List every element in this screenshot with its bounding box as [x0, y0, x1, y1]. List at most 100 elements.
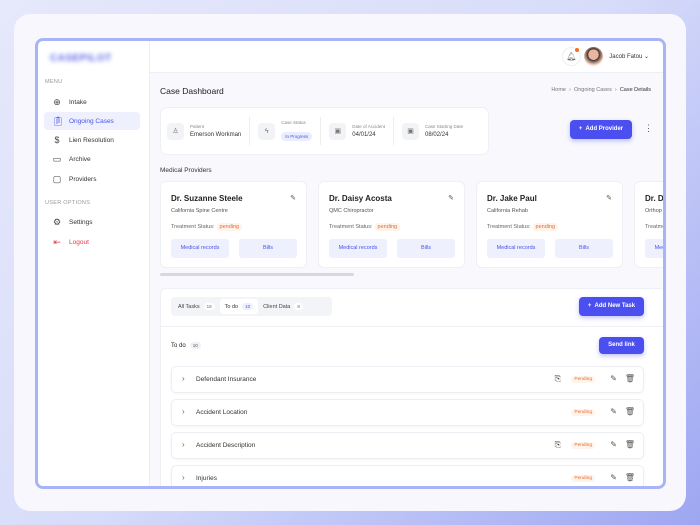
topbar: 🔔︎ Jacob Fatou ⌄: [150, 41, 663, 73]
logo: CASEPILOT: [50, 53, 112, 64]
notification-dot: [575, 48, 579, 52]
user-menu[interactable]: Jacob Fatou ⌄: [609, 53, 649, 60]
money-hand-icon: $: [54, 135, 60, 145]
status-badge: pending: [216, 223, 243, 231]
target-icon: ⊕: [53, 97, 61, 107]
task-label: Injuries: [196, 475, 217, 482]
chevron-down-icon: ⌄: [643, 54, 649, 60]
edit-icon[interactable]: ✎: [610, 473, 617, 482]
breadcrumb-home[interactable]: Home: [551, 87, 566, 93]
status-icon: ϟ: [258, 122, 276, 140]
sidebar-item-archive[interactable]: ▭ Archive: [44, 150, 140, 168]
todo-count: 10: [189, 342, 201, 349]
chevron-right-icon[interactable]: ›: [182, 473, 185, 482]
bills-button[interactable]: Bills: [239, 239, 297, 258]
treatment-label: Treatment Status:: [645, 224, 666, 230]
tab-label: To do: [224, 303, 239, 310]
case-info-card: ♙ Patient Emerson Workman ϟ Case Status In P…: [160, 107, 489, 155]
menu-label: MENU: [45, 79, 63, 85]
edit-icon[interactable]: ✎: [290, 194, 296, 202]
task-tabs: All Tasks 18 To do 10 Client Data 8: [171, 297, 332, 316]
document-lock-icon[interactable]: ⎘: [555, 440, 561, 450]
tab-all-tasks[interactable]: All Tasks 18: [173, 299, 220, 314]
tab-count: 10: [242, 303, 254, 310]
tab-client-data[interactable]: Client Data 8: [258, 299, 308, 314]
calendar-icon: ▣: [402, 122, 420, 140]
tab-label: Client Data: [263, 303, 291, 310]
tab-count: 18: [203, 303, 215, 310]
more-options-icon[interactable]: ⋮: [644, 123, 653, 134]
bills-button[interactable]: Bills: [555, 239, 613, 258]
sidebar-item-providers[interactable]: ▢ Providers: [44, 170, 140, 188]
provider-name: Dr. Jake Paul: [487, 194, 537, 203]
sidebar-item-label: Settings: [69, 218, 93, 226]
accident-date: 04/01/24: [352, 132, 376, 138]
provider-card: Dr. Jake Paul ✎ California Rehab Treatme…: [476, 181, 623, 268]
edit-icon[interactable]: ✎: [610, 407, 617, 416]
tab-count: 8: [294, 303, 303, 310]
tasks-panel: All Tasks 18 To do 10 Client Data 8 + Add N…: [160, 288, 663, 486]
trash-icon[interactable]: 🗑︎: [625, 473, 635, 482]
horizontal-scrollbar[interactable]: [160, 273, 354, 276]
chevron-right-icon[interactable]: ›: [182, 374, 185, 383]
provider-org: QMC Chiropractor: [329, 208, 374, 214]
plus-icon: +: [578, 126, 583, 132]
edit-icon[interactable]: ✎: [610, 440, 617, 449]
provider-name: Dr. Suzanne Steele: [171, 194, 243, 203]
sidebar-item-ongoing-cases[interactable]: 📋︎ Ongoing Cases: [44, 112, 140, 130]
trash-icon[interactable]: 🗑︎: [625, 407, 635, 416]
add-provider-button[interactable]: + Add Provider: [570, 120, 632, 139]
trash-icon[interactable]: 🗑︎: [625, 374, 635, 383]
edit-icon[interactable]: ✎: [448, 194, 454, 202]
sidebar-item-label: Logout: [69, 238, 89, 246]
task-row[interactable]: › Accident Description ⎘ Pending ✎ 🗑︎: [171, 432, 644, 459]
medical-records-button[interactable]: Medical records: [487, 239, 545, 258]
document-lock-icon[interactable]: ⎘: [555, 374, 561, 384]
task-row[interactable]: › Injuries Pending ✎ 🗑︎: [171, 465, 644, 486]
medical-records-button[interactable]: Medical records: [329, 239, 387, 258]
provider-card: Dr. D ✎ Orthop Treatment Status: Medical…: [634, 181, 666, 268]
notification-bell-icon[interactable]: 🔔︎: [562, 47, 581, 66]
treatment-label: Treatment Status:: [487, 224, 531, 230]
chevron-right-icon[interactable]: ›: [182, 440, 185, 449]
trash-icon[interactable]: 🗑︎: [625, 440, 635, 449]
page-title: Case Dashboard: [160, 86, 224, 96]
sidebar-item-settings[interactable]: ⚙ Settings: [44, 213, 140, 231]
status-label: Case Status: [281, 119, 306, 125]
folder-user-icon: ▢: [52, 174, 62, 184]
patient-icon: ♙: [167, 122, 184, 140]
provider-card: Dr. Daisy Acosta ✎ QMC Chiropractor Trea…: [318, 181, 465, 268]
patient-label: Patient: [190, 124, 205, 129]
avatar[interactable]: [584, 47, 603, 66]
todo-label: To do: [171, 343, 186, 349]
sidebar-item-logout[interactable]: ⇤ Logout: [44, 233, 140, 251]
add-new-task-button[interactable]: + Add New Task: [579, 297, 644, 316]
edit-icon[interactable]: ✎: [610, 374, 617, 383]
users-gear-icon: ⚙: [52, 217, 62, 227]
logout-icon: ⇤: [53, 237, 61, 247]
app-window: CASEPILOT MENU ⊕ Intake 📋︎ Ongoing Cases $…: [35, 38, 666, 489]
tab-to-do[interactable]: To do 10: [219, 299, 259, 314]
task-label: Accident Description: [196, 442, 256, 449]
treatment-status: Treatment Status:: [645, 224, 666, 230]
status-badge: Pending: [571, 409, 595, 416]
archive-icon: ▭: [52, 154, 62, 164]
sidebar-item-lien-resolution[interactable]: $ Lien Resolution: [44, 131, 140, 149]
sidebar-item-intake[interactable]: ⊕ Intake: [44, 93, 140, 111]
clipboard-icon: 📋︎: [52, 116, 64, 126]
sidebar-item-label: Providers: [69, 175, 97, 183]
breadcrumb-ongoing-cases[interactable]: Ongoing Cases: [574, 87, 612, 93]
chevron-right-icon[interactable]: ›: [182, 407, 185, 416]
task-row[interactable]: › Accident Location Pending ✎ 🗑︎: [171, 399, 644, 426]
task-row[interactable]: › Defendant Insurance ⎘ Pending ✎ 🗑︎: [171, 366, 644, 393]
status-badge: pending: [374, 223, 401, 231]
medical-records-button[interactable]: Medical records: [171, 239, 229, 258]
treatment-label: Treatment Status:: [171, 224, 215, 230]
medical-records-button[interactable]: Medical records: [645, 239, 663, 258]
bills-button[interactable]: Bills: [397, 239, 455, 258]
user-name: Jacob Fatou: [609, 54, 643, 60]
provider-name: Dr. D: [645, 194, 664, 203]
edit-icon[interactable]: ✎: [606, 194, 612, 202]
send-link-button[interactable]: Send link: [599, 337, 644, 354]
provider-name: Dr. Daisy Acosta: [329, 194, 392, 203]
